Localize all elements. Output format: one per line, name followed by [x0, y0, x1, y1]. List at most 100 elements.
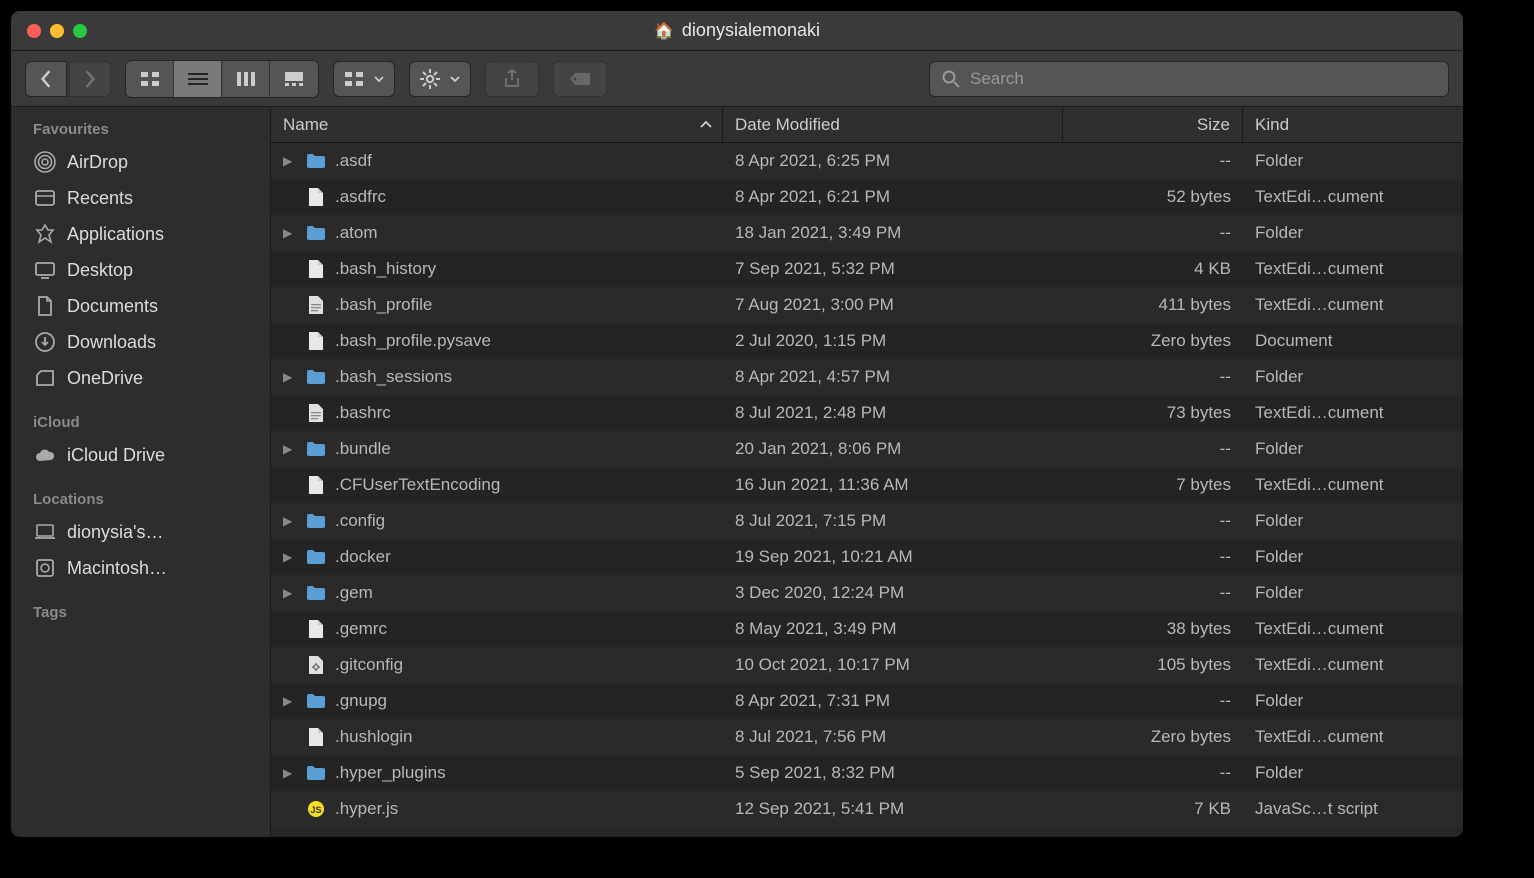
file-row[interactable]: .asdfrc8 Apr 2021, 6:21 PM52 bytesTextEd… — [271, 179, 1463, 215]
gallery-view-button[interactable] — [270, 61, 318, 97]
column-view-button[interactable] — [222, 61, 270, 97]
forward-button[interactable] — [69, 61, 111, 97]
file-name: .bundle — [335, 439, 391, 459]
disclosure-triangle-icon[interactable]: ▶ — [283, 226, 297, 240]
file-size: 38 bytes — [1063, 619, 1243, 639]
file-row[interactable]: ▶.hyper_plugins5 Sep 2021, 8:32 PM--Fold… — [271, 755, 1463, 791]
js-icon: JS — [305, 798, 327, 820]
chevron-down-icon — [450, 76, 460, 82]
file-kind: TextEdi…cument — [1243, 259, 1463, 279]
file-row[interactable]: .bash_profile7 Aug 2021, 3:00 PM411 byte… — [271, 287, 1463, 323]
file-row[interactable]: .gitconfig10 Oct 2021, 10:17 PM105 bytes… — [271, 647, 1463, 683]
window-title: 🏠 dionysialemonaki — [654, 20, 820, 41]
file-row[interactable]: .hushlogin8 Jul 2021, 7:56 PMZero bytesT… — [271, 719, 1463, 755]
sidebar-item-label: dionysia's… — [67, 522, 163, 543]
folder-icon — [305, 546, 327, 568]
file-row[interactable]: ▶.config8 Jul 2021, 7:15 PM--Folder — [271, 503, 1463, 539]
disclosure-triangle-icon[interactable]: ▶ — [283, 514, 297, 528]
file-kind: Folder — [1243, 367, 1463, 387]
file-date: 7 Sep 2021, 5:32 PM — [723, 259, 1063, 279]
file-kind: Folder — [1243, 763, 1463, 783]
file-row[interactable]: .CFUserTextEncoding16 Jun 2021, 11:36 AM… — [271, 467, 1463, 503]
file-row[interactable]: ▶.gem3 Dec 2020, 12:24 PM--Folder — [271, 575, 1463, 611]
sidebar-item-documents[interactable]: Documents — [25, 288, 270, 324]
folder-icon — [305, 438, 327, 460]
search-input[interactable] — [970, 69, 1436, 89]
file-row[interactable]: ▶.asdf8 Apr 2021, 6:25 PM--Folder — [271, 143, 1463, 179]
file-kind: Folder — [1243, 223, 1463, 243]
search-icon — [942, 70, 960, 88]
sidebar-item-label: Desktop — [67, 260, 133, 281]
file-name: .gem — [335, 583, 373, 603]
file-size: -- — [1063, 223, 1243, 243]
file-name: .hyper_plugins — [335, 763, 446, 783]
file-kind: Folder — [1243, 439, 1463, 459]
sidebar-item-laptop[interactable]: dionysia's… — [25, 514, 270, 550]
file-size: 4 KB — [1063, 259, 1243, 279]
column-header-kind[interactable]: Kind — [1243, 107, 1463, 142]
sidebar-item-apps[interactable]: Applications — [25, 216, 270, 252]
sidebar-item-onedrive[interactable]: OneDrive — [25, 360, 270, 396]
zoom-button[interactable] — [73, 24, 87, 38]
sidebar-item-airdrop[interactable]: AirDrop — [25, 144, 270, 180]
group-by-button[interactable] — [333, 61, 395, 97]
file-row[interactable]: ▶.bundle20 Jan 2021, 8:06 PM--Folder — [271, 431, 1463, 467]
sidebar-item-disk[interactable]: Macintosh… — [25, 550, 270, 586]
disclosure-triangle-icon[interactable]: ▶ — [283, 154, 297, 168]
file-size: 7 bytes — [1063, 475, 1243, 495]
file-row[interactable]: ▶.bash_sessions8 Apr 2021, 4:57 PM--Fold… — [271, 359, 1463, 395]
file-name: .asdfrc — [335, 187, 386, 207]
close-button[interactable] — [27, 24, 41, 38]
file-list[interactable]: ▶.asdf8 Apr 2021, 6:25 PM--Folder.asdfrc… — [271, 143, 1463, 837]
disclosure-triangle-icon[interactable]: ▶ — [283, 550, 297, 564]
disclosure-triangle-icon[interactable]: ▶ — [283, 694, 297, 708]
file-row[interactable]: .gemrc8 May 2021, 3:49 PM38 bytesTextEdi… — [271, 611, 1463, 647]
file-kind: Folder — [1243, 691, 1463, 711]
disclosure-triangle-icon[interactable]: ▶ — [283, 370, 297, 384]
airdrop-icon — [33, 150, 57, 174]
sidebar: FavouritesAirDropRecentsApplicationsDesk… — [11, 107, 271, 837]
file-row[interactable]: .bash_history7 Sep 2021, 5:32 PM4 KBText… — [271, 251, 1463, 287]
sidebar-item-downloads[interactable]: Downloads — [25, 324, 270, 360]
disclosure-triangle-icon[interactable]: ▶ — [283, 586, 297, 600]
sidebar-item-cloud[interactable]: iCloud Drive — [25, 437, 270, 473]
search-box[interactable] — [929, 61, 1449, 97]
column-header-date[interactable]: Date Modified — [723, 107, 1063, 142]
column-header-name[interactable]: Name — [271, 107, 723, 142]
file-size: Zero bytes — [1063, 727, 1243, 747]
file-kind: Folder — [1243, 547, 1463, 567]
file-browser: Name Date Modified Size Kind ▶.asdf8 Apr… — [271, 107, 1463, 837]
toolbar — [11, 51, 1463, 107]
disclosure-triangle-icon[interactable]: ▶ — [283, 766, 297, 780]
file-date: 12 Sep 2021, 5:41 PM — [723, 799, 1063, 819]
minimize-button[interactable] — [50, 24, 64, 38]
column-header-size[interactable]: Size — [1063, 107, 1243, 142]
file-date: 10 Oct 2021, 10:17 PM — [723, 655, 1063, 675]
sidebar-item-recents[interactable]: Recents — [25, 180, 270, 216]
file-date: 8 Jul 2021, 2:48 PM — [723, 403, 1063, 423]
file-date: 5 Sep 2021, 8:32 PM — [723, 763, 1063, 783]
action-menu-button[interactable] — [409, 61, 471, 97]
file-row[interactable]: ▶.atom18 Jan 2021, 3:49 PM--Folder — [271, 215, 1463, 251]
sidebar-item-desktop[interactable]: Desktop — [25, 252, 270, 288]
svg-text:JS: JS — [310, 805, 321, 815]
file-date: 8 Jul 2021, 7:56 PM — [723, 727, 1063, 747]
file-row[interactable]: JS.hyper.js12 Sep 2021, 5:41 PM7 KBJavaS… — [271, 791, 1463, 827]
file-row[interactable]: ▶.docker19 Sep 2021, 10:21 AM--Folder — [271, 539, 1463, 575]
file-date: 8 Jul 2021, 7:15 PM — [723, 511, 1063, 531]
back-button[interactable] — [25, 61, 67, 97]
sidebar-heading: Tags — [25, 598, 270, 627]
sidebar-item-label: Documents — [67, 296, 158, 317]
file-name: .asdf — [335, 151, 372, 171]
icon-view-button[interactable] — [126, 61, 174, 97]
file-row[interactable]: .bash_profile.pysave2 Jul 2020, 1:15 PMZ… — [271, 323, 1463, 359]
disclosure-triangle-icon[interactable]: ▶ — [283, 442, 297, 456]
file-size: -- — [1063, 691, 1243, 711]
file-icon — [305, 726, 327, 748]
folder-icon — [305, 582, 327, 604]
tags-button[interactable] — [553, 61, 607, 97]
file-row[interactable]: ▶.gnupg8 Apr 2021, 7:31 PM--Folder — [271, 683, 1463, 719]
share-button[interactable] — [485, 61, 539, 97]
list-view-button[interactable] — [174, 61, 222, 97]
file-row[interactable]: .bashrc8 Jul 2021, 2:48 PM73 bytesTextEd… — [271, 395, 1463, 431]
